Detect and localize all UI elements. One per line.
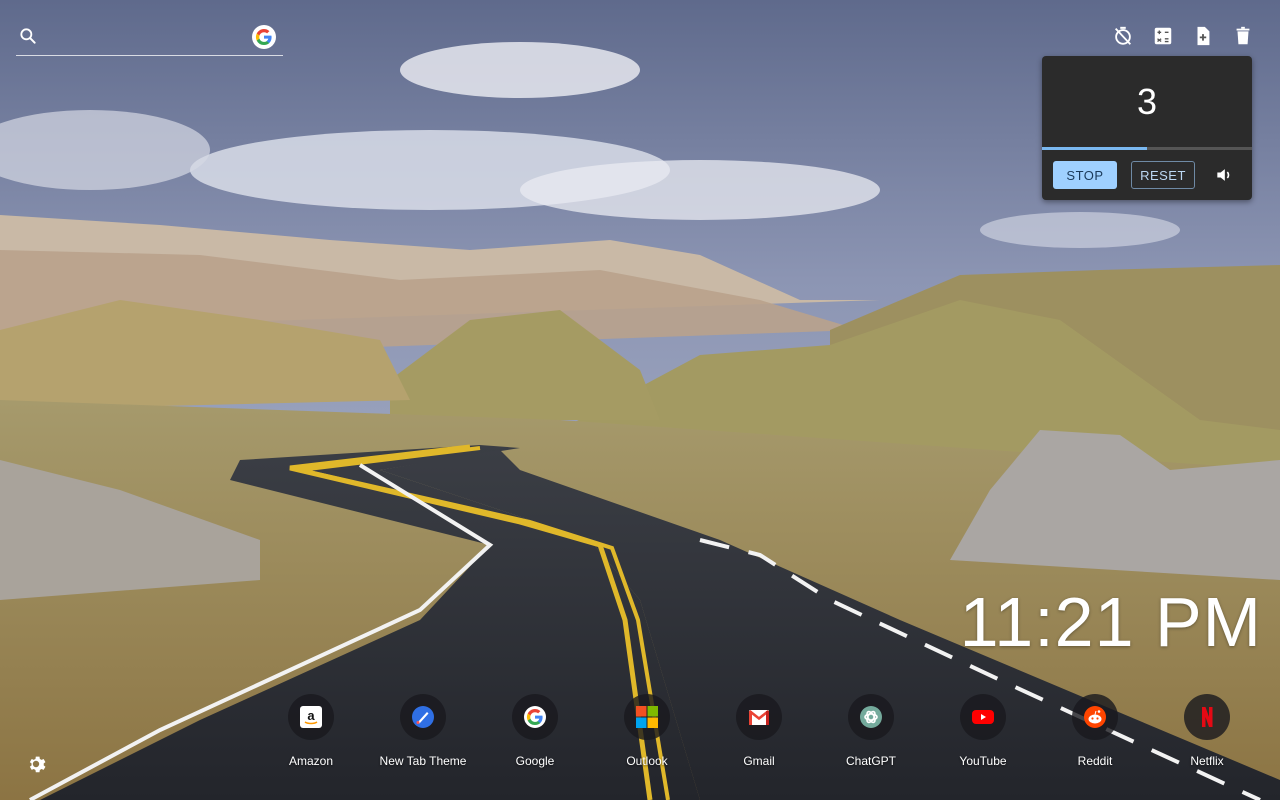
new-tab-theme-icon — [411, 705, 435, 729]
reddit-icon — [1083, 705, 1107, 729]
shortcut-netflix[interactable]: Netflix — [1151, 694, 1263, 768]
shortcuts-dock: a Amazon New Tab Theme Google Outlook Gm… — [255, 694, 1265, 774]
volume-icon[interactable] — [1214, 165, 1234, 185]
svg-text:a: a — [307, 708, 315, 723]
shortcut-tile — [512, 694, 558, 740]
shortcut-new-tab-theme[interactable]: New Tab Theme — [367, 694, 479, 768]
shortcut-amazon[interactable]: a Amazon — [255, 694, 367, 768]
timer-count: 3 — [1136, 81, 1158, 122]
shortcut-tile — [960, 694, 1006, 740]
shortcut-outlook[interactable]: Outlook — [591, 694, 703, 768]
chatgpt-icon — [859, 705, 883, 729]
microsoft-icon — [635, 705, 659, 729]
shortcut-youtube[interactable]: YouTube — [927, 694, 1039, 768]
shortcut-reddit[interactable]: Reddit — [1039, 694, 1151, 768]
shortcut-label: Amazon — [288, 754, 334, 768]
gmail-icon — [747, 705, 771, 729]
amazon-icon: a — [299, 705, 323, 729]
shortcut-tile — [1072, 694, 1118, 740]
stop-button[interactable]: STOP — [1053, 161, 1117, 189]
shortcut-label: Gmail — [743, 754, 775, 768]
timer-progress-fill — [1042, 147, 1147, 150]
shortcut-label: Reddit — [1077, 754, 1113, 768]
reset-button[interactable]: RESET — [1131, 161, 1195, 189]
shortcut-label: Google — [515, 754, 555, 768]
shortcut-google[interactable]: Google — [479, 694, 591, 768]
shortcut-tile — [848, 694, 894, 740]
search-bar[interactable] — [16, 22, 283, 56]
shortcut-tile: a — [288, 694, 334, 740]
shortcut-chatgpt[interactable]: ChatGPT — [815, 694, 927, 768]
shortcut-tile — [624, 694, 670, 740]
shortcut-label: Outlook — [626, 754, 668, 768]
shortcut-tile — [400, 694, 446, 740]
google-icon — [523, 705, 547, 729]
timer-off-icon[interactable] — [1112, 24, 1134, 48]
shortcut-tile — [1184, 694, 1230, 740]
top-toolbar — [1112, 24, 1254, 48]
search-icon[interactable] — [18, 26, 38, 46]
timer-widget: 3 STOP RESET — [1042, 56, 1252, 200]
add-note-icon[interactable] — [1192, 24, 1214, 48]
shortcut-label: YouTube — [959, 754, 1007, 768]
youtube-icon — [971, 705, 995, 729]
shortcut-label: ChatGPT — [845, 754, 896, 768]
netflix-icon — [1195, 705, 1219, 729]
shortcut-label: Netflix — [1190, 754, 1224, 768]
shortcut-label: New Tab Theme — [379, 754, 467, 768]
calculator-icon[interactable] — [1152, 24, 1174, 48]
gear-icon[interactable] — [25, 753, 47, 775]
shortcut-gmail[interactable]: Gmail — [703, 694, 815, 768]
timer-progress-bar — [1042, 147, 1252, 150]
shortcut-tile — [736, 694, 782, 740]
trash-icon[interactable] — [1232, 24, 1254, 48]
google-g-icon[interactable] — [252, 25, 276, 49]
clock-time: 11:21 PM — [959, 583, 1262, 661]
search-input[interactable] — [46, 24, 246, 50]
